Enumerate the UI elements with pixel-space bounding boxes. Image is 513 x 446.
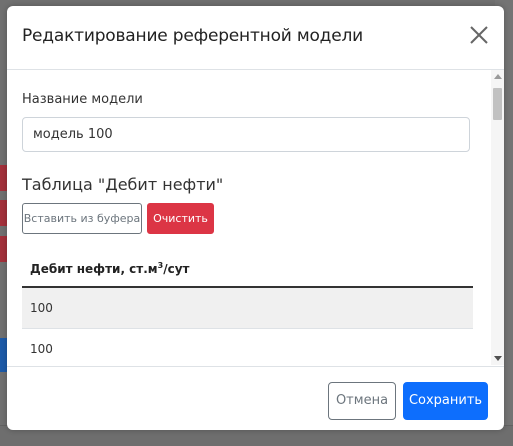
model-name-input[interactable]: модель 100 — [22, 117, 470, 152]
cancel-button[interactable]: Отмена — [328, 382, 396, 420]
edit-model-dialog: Редактирование референтной модели Назван… — [7, 6, 504, 430]
dialog-title: Редактирование референтной модели — [22, 26, 363, 46]
dialog-footer: Отмена Сохранить — [7, 366, 504, 430]
oil-rate-table: Дебит нефти, ст.м3/сут 100 100 — [22, 244, 473, 365]
model-name-label: Название модели — [22, 92, 143, 107]
scroll-down-arrow-icon[interactable] — [494, 356, 502, 361]
vertical-scrollbar[interactable] — [491, 70, 504, 365]
column-header-suffix: /сут — [163, 262, 190, 276]
clear-button[interactable]: Очистить — [147, 203, 214, 234]
table-header-oil-rate: Дебит нефти, ст.м3/сут — [22, 244, 473, 288]
table-section-title: Таблица "Дебит нефти" — [22, 175, 224, 194]
dialog-header: Редактирование референтной модели — [7, 6, 504, 70]
scroll-thumb[interactable] — [493, 88, 502, 120]
close-button[interactable] — [468, 24, 490, 46]
save-button[interactable]: Сохранить — [403, 382, 488, 420]
dialog-body[interactable]: Название модели модель 100 Таблица "Деби… — [7, 70, 504, 365]
paste-from-clipboard-button[interactable]: Вставить из буфера — [22, 203, 142, 234]
scroll-up-arrow-icon[interactable] — [494, 74, 502, 79]
close-icon — [470, 26, 488, 44]
column-header-text: Дебит нефти, ст.м — [30, 262, 158, 276]
table-row[interactable]: 100 — [22, 288, 473, 329]
table-row[interactable]: 100 — [22, 329, 473, 365]
